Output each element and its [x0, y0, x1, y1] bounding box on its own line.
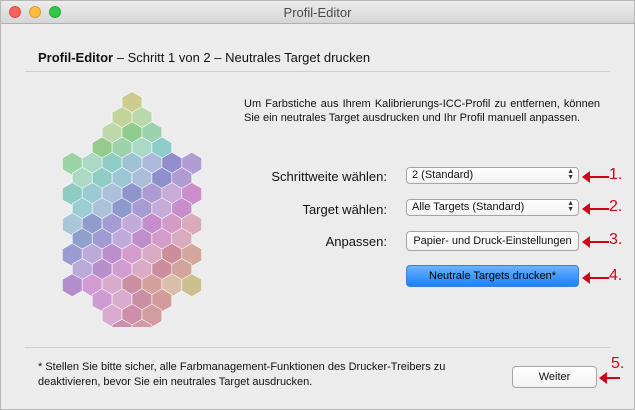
popup-arrows-icon: ▲ ▼ — [567, 200, 574, 213]
popup-arrows-icon: ▲ ▼ — [567, 168, 574, 181]
footer-divider — [25, 347, 610, 348]
title-bar: Profil-Editor — [1, 1, 634, 24]
annotation-arrow-5 — [599, 372, 620, 384]
target-label: Target wählen: — [302, 202, 387, 217]
profile-editor-window: Profil-Editor Profil-Editor – Schritt 1 … — [0, 0, 635, 410]
window-title: Profil-Editor — [283, 5, 352, 20]
description-text: Um Farbstiche aus Ihrem Kalibrierungs-IC… — [244, 98, 600, 124]
target-value: Alle Targets (Standard) — [412, 201, 525, 213]
annotation-arrow-3 — [582, 236, 609, 248]
page-title-app: Profil-Editor — [38, 50, 114, 65]
page-title: Profil-Editor – Schritt 1 von 2 – Neutra… — [38, 50, 370, 65]
footnote-text: * Stellen Sie bitte sicher, alle Farbman… — [38, 361, 446, 388]
target-select[interactable]: Alle Targets (Standard) ▲ ▼ — [406, 199, 579, 216]
step-size-value: 2 (Standard) — [412, 169, 474, 181]
step-size-select[interactable]: 2 (Standard) ▲ ▼ — [406, 167, 579, 184]
adjust-label: Anpassen: — [325, 234, 387, 249]
annotation-number-2: 2. — [609, 198, 623, 215]
next-button[interactable]: Weiter — [512, 366, 597, 388]
paper-print-settings-button[interactable]: Papier- und Druck-Einstellungen — [406, 231, 579, 251]
annotation-arrow-4 — [582, 272, 609, 284]
annotation-number-5: 5. — [611, 355, 625, 372]
annotation-arrow-1 — [582, 171, 609, 183]
header-divider — [25, 71, 610, 72]
annotation-arrow-2 — [582, 203, 609, 215]
page-title-step: – Schritt 1 von 2 – Neutrales Target dru… — [113, 50, 371, 65]
step-size-label: Schrittweite wählen: — [271, 169, 387, 184]
annotation-number-1: 1. — [609, 166, 623, 183]
print-neutral-targets-button[interactable]: Neutrale Targets drucken* — [406, 265, 579, 287]
annotation-number-3: 3. — [609, 231, 623, 248]
annotation-number-4: 4. — [609, 267, 623, 284]
